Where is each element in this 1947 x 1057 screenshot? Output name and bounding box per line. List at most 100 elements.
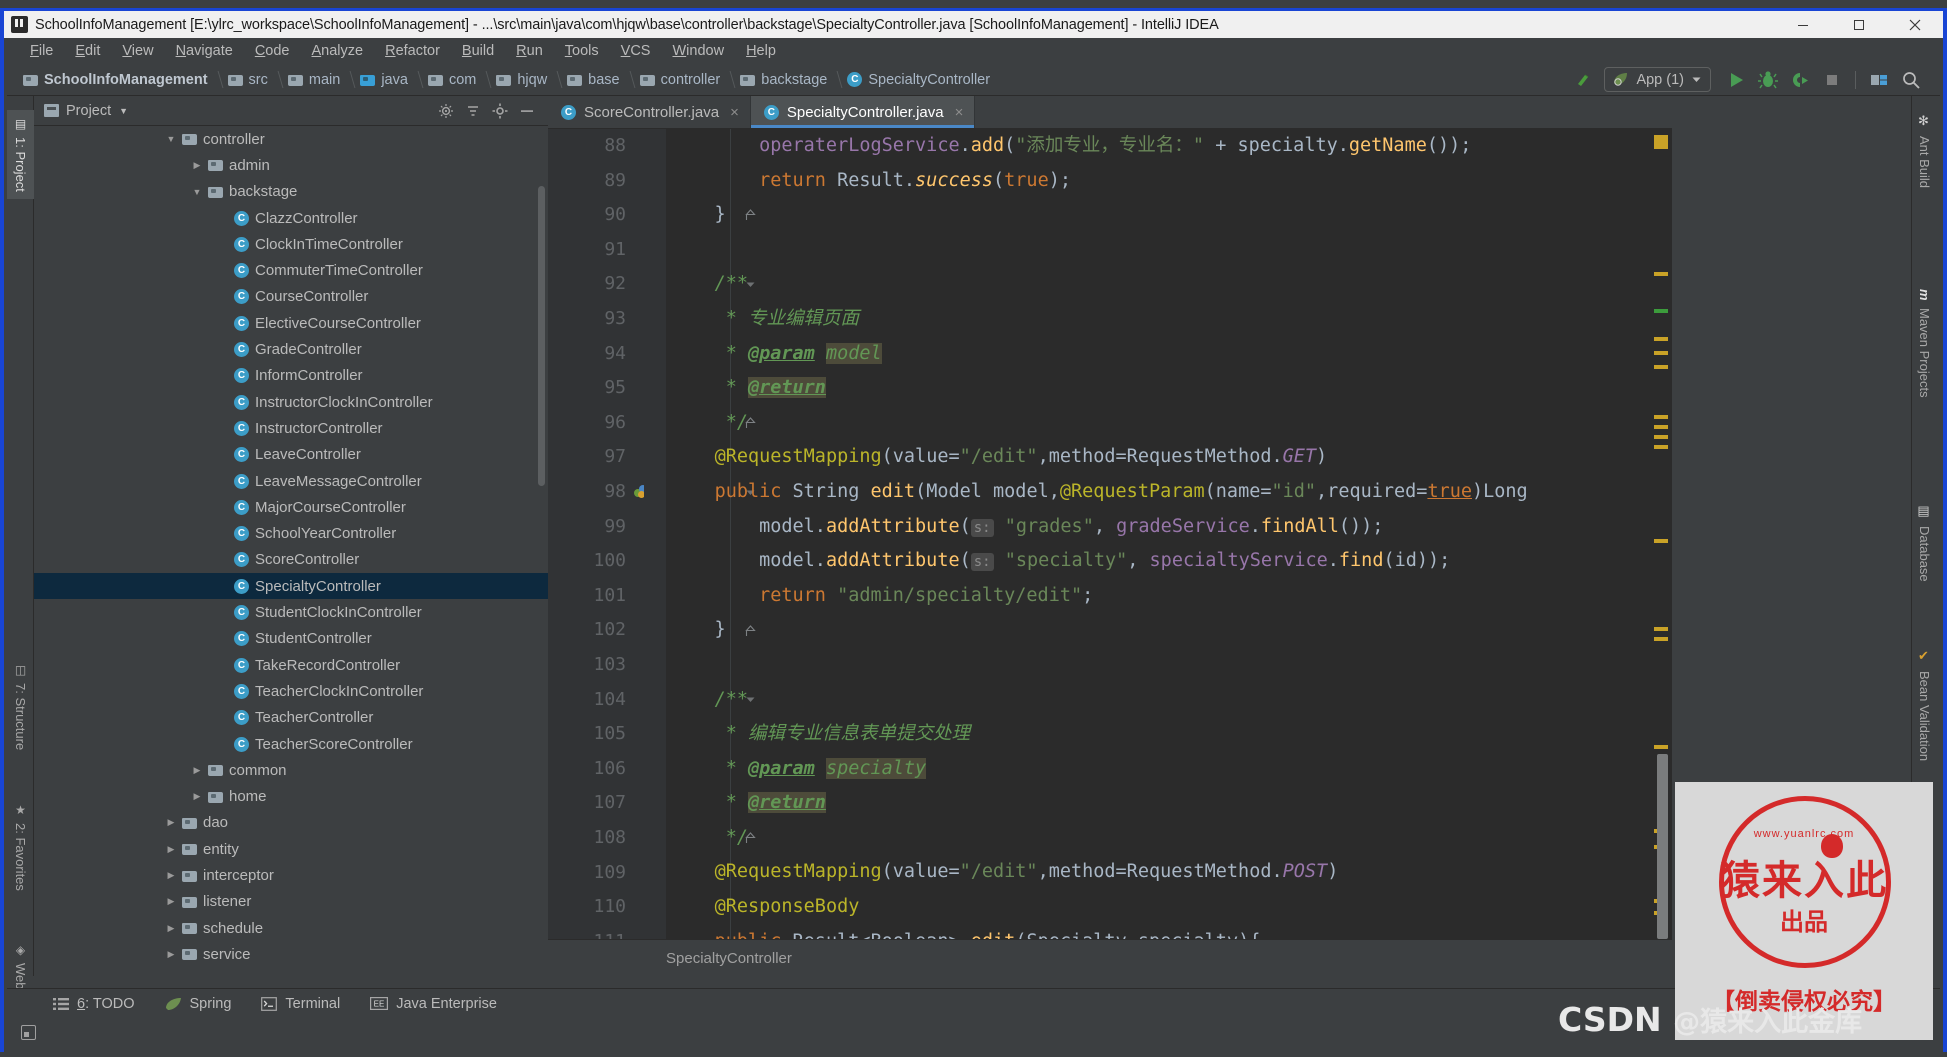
chevron-right-icon[interactable]: ▶	[164, 842, 178, 856]
chevron-down-icon[interactable]: ▼	[190, 185, 204, 199]
close-button[interactable]	[1887, 11, 1943, 38]
code-line-88[interactable]: operaterLogService.add("添加专业，专业名：" + spe…	[666, 129, 1672, 164]
chevron-right-icon[interactable]: ▶	[190, 763, 204, 777]
tree-class-InstructorController[interactable]: C InstructorController	[34, 415, 548, 441]
tree-class-ClazzController[interactable]: C ClazzController	[34, 205, 548, 231]
collapse-all-icon[interactable]	[461, 100, 485, 122]
error-stripe-mark[interactable]	[1654, 627, 1668, 631]
code-line-104[interactable]: /**	[666, 683, 1672, 718]
project-tree[interactable]: ▼ controller ▶ admin ▼ backstage C ClazzControl…	[34, 126, 548, 976]
menu-refactor[interactable]: Refactor	[374, 40, 451, 63]
error-stripe-mark[interactable]	[1654, 425, 1668, 429]
code-line-100[interactable]: model.addAttribute(s: "specialty", speci…	[666, 544, 1672, 579]
code-line-90[interactable]: }	[666, 198, 1672, 233]
tree-folder-service[interactable]: ▶ service	[34, 941, 548, 967]
chevron-right-icon[interactable]: ▶	[164, 869, 178, 883]
code-line-101[interactable]: return "admin/specialty/edit";	[666, 579, 1672, 614]
tree-class-SpecialtyController[interactable]: C SpecialtyController	[34, 573, 548, 600]
tree-folder-interceptor[interactable]: ▶ interceptor	[34, 862, 548, 888]
tree-class-LeaveController[interactable]: C LeaveController	[34, 442, 548, 468]
tree-class-TeacherClockInController[interactable]: C TeacherClockInController	[34, 678, 548, 704]
tree-folder-backstage[interactable]: ▼ backstage	[34, 179, 548, 205]
run-with-coverage-button[interactable]	[1785, 67, 1815, 93]
tree-folder-dao[interactable]: ▶ dao	[34, 810, 548, 836]
breadcrumb-item-controller[interactable]: controller	[632, 67, 733, 92]
menu-run[interactable]: Run	[505, 40, 554, 63]
menu-analyze[interactable]: Analyze	[301, 40, 375, 63]
close-tab-icon[interactable]: ×	[955, 104, 964, 121]
settings-gear-icon[interactable]	[434, 100, 458, 122]
tree-class-StudentClockInController[interactable]: C StudentClockInController	[34, 599, 548, 625]
code-line-95[interactable]: * @return	[666, 371, 1672, 406]
code-text[interactable]: operaterLogService.add("添加专业，专业名：" + spe…	[666, 129, 1672, 939]
tree-class-ClockInTimeController[interactable]: C ClockInTimeController	[34, 231, 548, 257]
error-stripe-mark[interactable]	[1654, 365, 1668, 369]
breadcrumb-item-specialtycontroller[interactable]: C SpecialtyController	[839, 67, 1002, 92]
code-line-110[interactable]: @ResponseBody	[666, 890, 1672, 925]
maximize-button[interactable]	[1831, 11, 1887, 38]
error-stripe-mark[interactable]	[1654, 351, 1668, 355]
tree-folder-schedule[interactable]: ▶ schedule	[34, 915, 548, 941]
code-line-108[interactable]: */	[666, 821, 1672, 856]
tree-class-StudentController[interactable]: C StudentController	[34, 626, 548, 652]
code-line-98[interactable]: public String edit(Model model,@RequestP…	[666, 475, 1672, 510]
stop-button[interactable]	[1817, 67, 1847, 93]
breadcrumb-item-main[interactable]: main	[280, 67, 352, 92]
code-line-91[interactable]	[666, 233, 1672, 268]
breadcrumb-item-schoolinfomanagement[interactable]: SchoolInfoManagement	[15, 67, 220, 92]
tool-window-button-bean-validation[interactable]: ✔ Bean Validation	[1912, 641, 1937, 769]
code-line-107[interactable]: * @return	[666, 786, 1672, 821]
tree-folder-admin[interactable]: ▶ admin	[34, 152, 548, 178]
error-stripe-mark[interactable]	[1654, 135, 1668, 149]
menu-view[interactable]: View	[111, 40, 164, 63]
tree-folder-controller[interactable]: ▼ controller	[34, 126, 548, 152]
chevron-down-icon[interactable]: ▼	[164, 132, 178, 146]
tool-window-button-project[interactable]: ▤ 1: Project	[7, 110, 34, 199]
code-line-103[interactable]	[666, 648, 1672, 683]
tool-window-button-database[interactable]: ▤ Database	[1912, 496, 1937, 590]
editor-error-stripe[interactable]	[1648, 129, 1672, 939]
chevron-right-icon[interactable]: ▶	[190, 790, 204, 804]
project-structure-button[interactable]	[1864, 67, 1894, 93]
tree-class-MajorCourseController[interactable]: C MajorCourseController	[34, 494, 548, 520]
code-line-111[interactable]: public Result<Boolean> edit(Specialty sp…	[666, 925, 1672, 939]
menu-navigate[interactable]: Navigate	[165, 40, 244, 63]
chevron-right-icon[interactable]: ▶	[164, 895, 178, 909]
menu-vcs[interactable]: VCS	[610, 40, 662, 63]
build-project-button[interactable]	[1568, 67, 1598, 93]
tree-folder-common[interactable]: ▶ common	[34, 757, 548, 783]
run-button[interactable]	[1721, 67, 1751, 93]
error-stripe-mark[interactable]	[1654, 745, 1668, 749]
error-stripe-mark[interactable]	[1654, 272, 1668, 276]
code-line-102[interactable]: }	[666, 613, 1672, 648]
tree-class-TeacherController[interactable]: C TeacherController	[34, 705, 548, 731]
close-tab-icon[interactable]: ×	[730, 104, 739, 121]
chevron-right-icon[interactable]: ▶	[164, 816, 178, 830]
statusbar-button-spring[interactable]: Spring	[165, 996, 231, 1012]
statusbar-button-todo[interactable]: 6: TODO	[53, 996, 135, 1012]
tree-class-GradeController[interactable]: C GradeController	[34, 336, 548, 362]
menu-tools[interactable]: Tools	[554, 40, 610, 63]
code-line-106[interactable]: * @param specialty	[666, 752, 1672, 787]
tree-class-TeacherScoreController[interactable]: C TeacherScoreController	[34, 731, 548, 757]
minimize-button[interactable]	[1775, 11, 1831, 38]
tree-class-CourseController[interactable]: C CourseController	[34, 284, 548, 310]
chevron-right-icon[interactable]: ▶	[164, 947, 178, 961]
statusbar-button-java-enterprise[interactable]: EE Java Enterprise	[370, 996, 497, 1012]
chevron-right-icon[interactable]: ▶	[190, 158, 204, 172]
options-gear-icon[interactable]	[488, 100, 512, 122]
menu-help[interactable]: Help	[735, 40, 787, 63]
error-stripe-mark[interactable]	[1654, 637, 1668, 641]
tree-class-TakeRecordController[interactable]: C TakeRecordController	[34, 652, 548, 678]
code-line-89[interactable]: return Result.success(true);	[666, 164, 1672, 199]
tool-window-button-favorites[interactable]: ★ 2: Favorites	[7, 796, 34, 898]
tree-class-ScoreController[interactable]: C ScoreController	[34, 547, 548, 573]
menu-code[interactable]: Code	[244, 40, 301, 63]
chevron-right-icon[interactable]: ▶	[164, 921, 178, 935]
editor-tab-scorecontroller[interactable]: C ScoreController.java ×	[548, 96, 751, 128]
hide-panel-icon[interactable]	[515, 100, 539, 122]
tree-class-SchoolYearController[interactable]: C SchoolYearController	[34, 521, 548, 547]
code-line-109[interactable]: @RequestMapping(value="/edit",method=Req…	[666, 855, 1672, 890]
error-stripe-mark[interactable]	[1654, 309, 1668, 313]
error-stripe-mark[interactable]	[1654, 435, 1668, 439]
